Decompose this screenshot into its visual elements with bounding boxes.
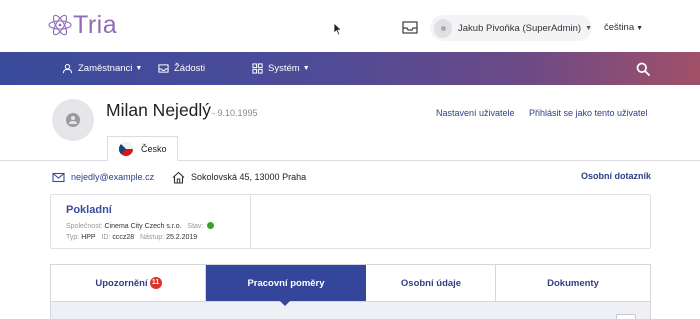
czech-flag-icon [119, 141, 133, 156]
country-tab-czech[interactable]: Česko [107, 136, 178, 161]
active-tab-pointer [279, 300, 291, 306]
user-avatar [434, 18, 453, 38]
inbox-icon[interactable] [401, 19, 419, 35]
chevron-down-icon: ▼ [585, 24, 592, 32]
tab-notifications[interactable]: Upozornění 11 [51, 265, 206, 301]
logo-text: Tria [73, 10, 118, 39]
notification-badge: 11 [149, 277, 162, 289]
language-switcher[interactable]: čeština ▼ [604, 22, 643, 33]
email-text: nejedly@example.cz [71, 172, 155, 182]
language-label: čeština [604, 22, 635, 33]
tab-label: Dokumenty [547, 277, 599, 289]
job-id: cccz28 [112, 234, 135, 241]
nav-item-system[interactable]: Systém ▼ [252, 52, 310, 85]
job-details-line: Typ: HPP ID: cccz28 Nástup: 25.2.2019 [66, 234, 198, 241]
top-header: Tria Jakub Pivoňka (SuperAdmin) ▼ češtin… [0, 0, 700, 52]
card-divider [250, 195, 251, 248]
chevron-down-icon: ▼ [302, 65, 310, 72]
nav-item-label: Systém [268, 63, 300, 74]
main-nav: Zaměstnanci ▼ Žádosti Systém ▼ [0, 52, 700, 85]
job-company: Cinema City Czech s.r.o. [104, 223, 182, 230]
profile-name: Milan Nejedlý [106, 100, 212, 120]
tab-label: Upozornění [95, 277, 148, 289]
country-tab-label: Česko [141, 143, 167, 154]
status-dot-icon [207, 222, 215, 229]
chevron-down-icon: ▼ [636, 25, 644, 32]
tab-content-area [50, 302, 651, 319]
address-text: Sokolovská 45, 13000 Praha [191, 172, 307, 182]
employment-card[interactable]: Pokladní Společnost: Cinema City Czech s… [50, 194, 651, 249]
chevron-down-icon: ▼ [135, 65, 143, 72]
mouse-cursor-icon [333, 22, 343, 36]
logo[interactable]: Tria [48, 10, 117, 40]
user-menu[interactable]: Jakub Pivoňka (SuperAdmin) ▼ [430, 15, 592, 41]
divider [0, 160, 700, 161]
job-start: 25.2.2019 [166, 234, 198, 241]
contact-address: Sokolovská 45, 13000 Praha [172, 170, 306, 184]
search-icon[interactable] [636, 62, 650, 76]
user-icon [66, 113, 80, 127]
user-name: Jakub Pivoňka (SuperAdmin) [458, 22, 582, 34]
job-company-line: Společnost: Cinema City Czech s.r.o. Sta… [66, 222, 215, 230]
profile-tabs: Upozornění 11 Pracovní poměry Osobní údaj… [50, 264, 651, 302]
users-icon [62, 63, 73, 74]
tria-logo-icon [48, 14, 72, 36]
tab-label: Pracovní poměry [247, 277, 325, 289]
user-settings-link[interactable]: Nastavení uživatele [436, 108, 515, 118]
profile-avatar [52, 99, 94, 141]
grid-icon [252, 63, 263, 74]
contact-email[interactable]: nejedly@example.cz [52, 170, 154, 184]
login-as-user-link[interactable]: Přihlásit se jako tento uživatel [529, 108, 648, 118]
tab-personal-data[interactable]: Osobní údaje [366, 265, 496, 301]
tab-employment[interactable]: Pracovní poměry [206, 265, 366, 301]
nav-item-label: Žádosti [174, 63, 206, 74]
nav-item-employees[interactable]: Zaměstnanci ▼ [62, 52, 142, 85]
job-type: HPP [81, 234, 96, 241]
personal-questionnaire-link[interactable]: Osobní dotazník [581, 171, 651, 181]
job-title: Pokladní [66, 204, 112, 216]
tab-label: Osobní údaje [400, 277, 462, 289]
panel-action-button[interactable] [616, 314, 636, 319]
nav-item-requests[interactable]: Žádosti [158, 52, 205, 85]
profile-birth-date: - 9.10.1995 [212, 108, 258, 118]
nav-item-label: Zaměstnanci [78, 63, 133, 74]
tab-documents[interactable]: Dokumenty [496, 265, 650, 301]
mail-icon [52, 172, 65, 182]
home-icon [172, 171, 185, 184]
inbox-icon [158, 64, 169, 73]
